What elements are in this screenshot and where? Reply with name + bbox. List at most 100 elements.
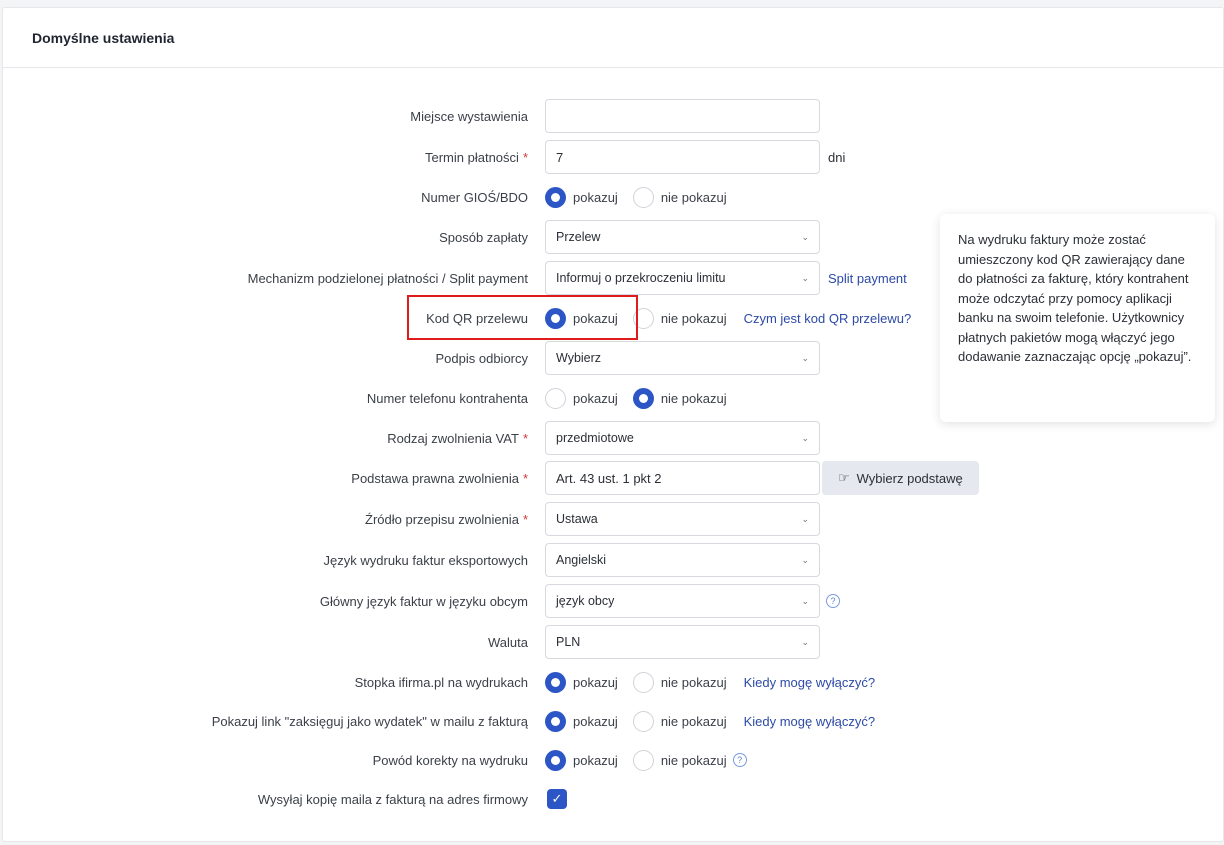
radio-label: nie pokazuj <box>660 752 727 768</box>
chevron-down-icon: ⌄ <box>801 554 809 565</box>
podstawa-label: Podstawa prawna zwolnienia * <box>351 470 528 486</box>
select-value: język obcy <box>556 594 615 608</box>
select-value: przedmiotowe <box>556 431 634 445</box>
zrodlo-select[interactable]: Ustawa ⌄ <box>545 502 820 536</box>
chevron-down-icon: ⌄ <box>801 231 809 242</box>
rodzaj-vat-label: Rodzaj zwolnienia VAT * <box>387 430 528 446</box>
radio-checked[interactable] <box>545 710 566 732</box>
split-select[interactable]: Informuj o przekroczeniu limitu ⌄ <box>545 261 820 295</box>
chevron-down-icon: ⌄ <box>801 513 809 524</box>
row-jezyk-obcy: Główny język faktur w języku obcym język… <box>0 584 1224 618</box>
row-zrodlo: Źródło przepisu zwolnienia * Ustawa ⌄ <box>0 502 1224 536</box>
split-label: Mechanizm podzielonej płatności / Split … <box>247 270 528 286</box>
radio-label: nie pokazuj <box>660 713 727 729</box>
sposob-select[interactable]: Przelew ⌄ <box>545 220 820 254</box>
gios-radio-no[interactable]: nie pokazuj <box>632 186 727 208</box>
row-termin: Termin płatności * 7 dni <box>0 140 1224 174</box>
radio-label: nie pokazuj <box>660 189 727 205</box>
button-label: Wybierz podstawę <box>856 470 963 486</box>
qr-help-link[interactable]: Czym jest kod QR przelewu? <box>744 311 912 326</box>
radio-unchecked[interactable] <box>632 671 654 693</box>
podstawa-input[interactable]: Art. 43 ust. 1 pkt 2 <box>545 461 820 495</box>
row-kopia: Wysyłaj kopię maila z fakturą na adres f… <box>0 782 1224 816</box>
waluta-select[interactable]: PLN ⌄ <box>545 625 820 659</box>
select-value: Angielski <box>556 553 607 567</box>
rodzaj-vat-select[interactable]: przedmiotowe ⌄ <box>545 421 820 455</box>
row-gios: Numer GIOŚ/BDO pokazuj nie pokazuj <box>0 180 1224 214</box>
row-miejsce: Miejsce wystawienia <box>0 99 1224 133</box>
qr-tooltip: Na wydruku faktury może zostać umieszczo… <box>940 214 1215 422</box>
chevron-down-icon: ⌄ <box>801 352 809 363</box>
card-title: Domyślne ustawienia <box>32 29 175 46</box>
question-icon[interactable]: ? <box>732 753 747 767</box>
radio-checked[interactable] <box>545 749 566 771</box>
radio-checked[interactable] <box>632 387 654 409</box>
stopka-radio-no[interactable]: nie pokazuj <box>632 671 727 693</box>
termin-suffix: dni <box>828 149 846 165</box>
chevron-down-icon: ⌄ <box>801 432 809 443</box>
required-mark: * <box>522 511 528 527</box>
stopka-help-link[interactable]: Kiedy mogę wyłączyć? <box>744 675 876 690</box>
select-value: Ustawa <box>556 512 598 526</box>
stopka-radio-yes[interactable]: pokazuj <box>545 671 618 693</box>
korekta-radio-no[interactable]: nie pokazuj <box>632 749 727 771</box>
miejsce-label: Miejsce wystawienia <box>410 108 528 124</box>
required-mark: * <box>522 149 528 165</box>
korekta-radio-yes[interactable]: pokazuj <box>545 749 618 771</box>
kopia-label: Wysyłaj kopię maila z fakturą na adres f… <box>257 791 528 807</box>
chevron-down-icon: ⌄ <box>801 272 809 283</box>
radio-checked[interactable] <box>545 671 566 693</box>
question-icon[interactable]: ? <box>826 594 840 608</box>
required-mark: * <box>522 470 528 486</box>
row-link-wydatek: Pokazuj link "zaksięguj jako wydatek" w … <box>0 704 1224 738</box>
radio-label: pokazuj <box>573 752 618 768</box>
radio-unchecked[interactable] <box>632 186 654 208</box>
radio-checked[interactable] <box>545 186 566 208</box>
qr-radio-no[interactable]: nie pokazuj <box>632 307 727 329</box>
radio-label: pokazuj <box>573 674 618 690</box>
row-waluta: Waluta PLN ⌄ <box>0 625 1224 659</box>
telefon-radio-yes[interactable]: pokazuj <box>545 387 618 409</box>
waluta-label: Waluta <box>488 634 528 650</box>
korekta-label: Powód korekty na wydruku <box>372 752 528 768</box>
chevron-down-icon: ⌄ <box>801 636 809 647</box>
link-wydatek-radio-yes[interactable]: pokazuj <box>545 710 618 732</box>
jezyk-export-select[interactable]: Angielski ⌄ <box>545 543 820 577</box>
miejsce-input[interactable] <box>545 99 820 133</box>
radio-label: nie pokazuj <box>660 310 727 326</box>
radio-unchecked[interactable] <box>545 387 566 409</box>
radio-unchecked[interactable] <box>632 710 654 732</box>
kopia-checkbox[interactable]: ✓ <box>547 789 567 809</box>
podpis-select[interactable]: Wybierz ⌄ <box>545 341 820 375</box>
telefon-radio-no[interactable]: nie pokazuj <box>632 387 727 409</box>
gios-label: Numer GIOŚ/BDO <box>421 189 528 205</box>
radio-label: pokazuj <box>573 390 618 406</box>
chevron-down-icon: ⌄ <box>801 595 809 606</box>
radio-unchecked[interactable] <box>632 749 654 771</box>
zrodlo-label: Źródło przepisu zwolnienia * <box>365 511 528 527</box>
qr-highlight-box <box>407 295 638 340</box>
stopka-label: Stopka ifirma.pl na wydrukach <box>354 674 528 690</box>
radio-label: pokazuj <box>573 189 618 205</box>
select-value: PLN <box>556 635 581 649</box>
split-payment-link[interactable]: Split payment <box>828 271 907 286</box>
tooltip-text: Na wydruku faktury może zostać umieszczo… <box>958 232 1192 364</box>
required-mark: * <box>522 430 528 446</box>
jezyk-export-label: Język wydruku faktur eksportowych <box>323 552 528 568</box>
gios-radio-yes[interactable]: pokazuj <box>545 186 618 208</box>
card-header: Domyślne ustawienia <box>3 8 1223 68</box>
select-value: Przelew <box>556 230 601 244</box>
checkmark-icon: ✓ <box>551 791 563 806</box>
select-value: Wybierz <box>556 351 602 365</box>
choose-basis-button[interactable]: ☞ Wybierz podstawę <box>822 461 979 495</box>
row-jezyk-export: Język wydruku faktur eksportowych Angiel… <box>0 543 1224 577</box>
podpis-label: Podpis odbiorcy <box>435 350 529 366</box>
row-rodzaj-vat: Rodzaj zwolnienia VAT * przedmiotowe ⌄ <box>0 421 1224 455</box>
link-wydatek-help-link[interactable]: Kiedy mogę wyłączyć? <box>744 714 876 729</box>
termin-input[interactable]: 7 <box>545 140 820 174</box>
link-wydatek-radio-no[interactable]: nie pokazuj <box>632 710 727 732</box>
row-stopka: Stopka ifirma.pl na wydrukach pokazuj ni… <box>0 665 1224 699</box>
jezyk-obcy-select[interactable]: język obcy ⌄ <box>545 584 820 618</box>
jezyk-obcy-label: Główny język faktur w języku obcym <box>319 593 528 609</box>
link-wydatek-label: Pokazuj link "zaksięguj jako wydatek" w … <box>211 713 528 729</box>
